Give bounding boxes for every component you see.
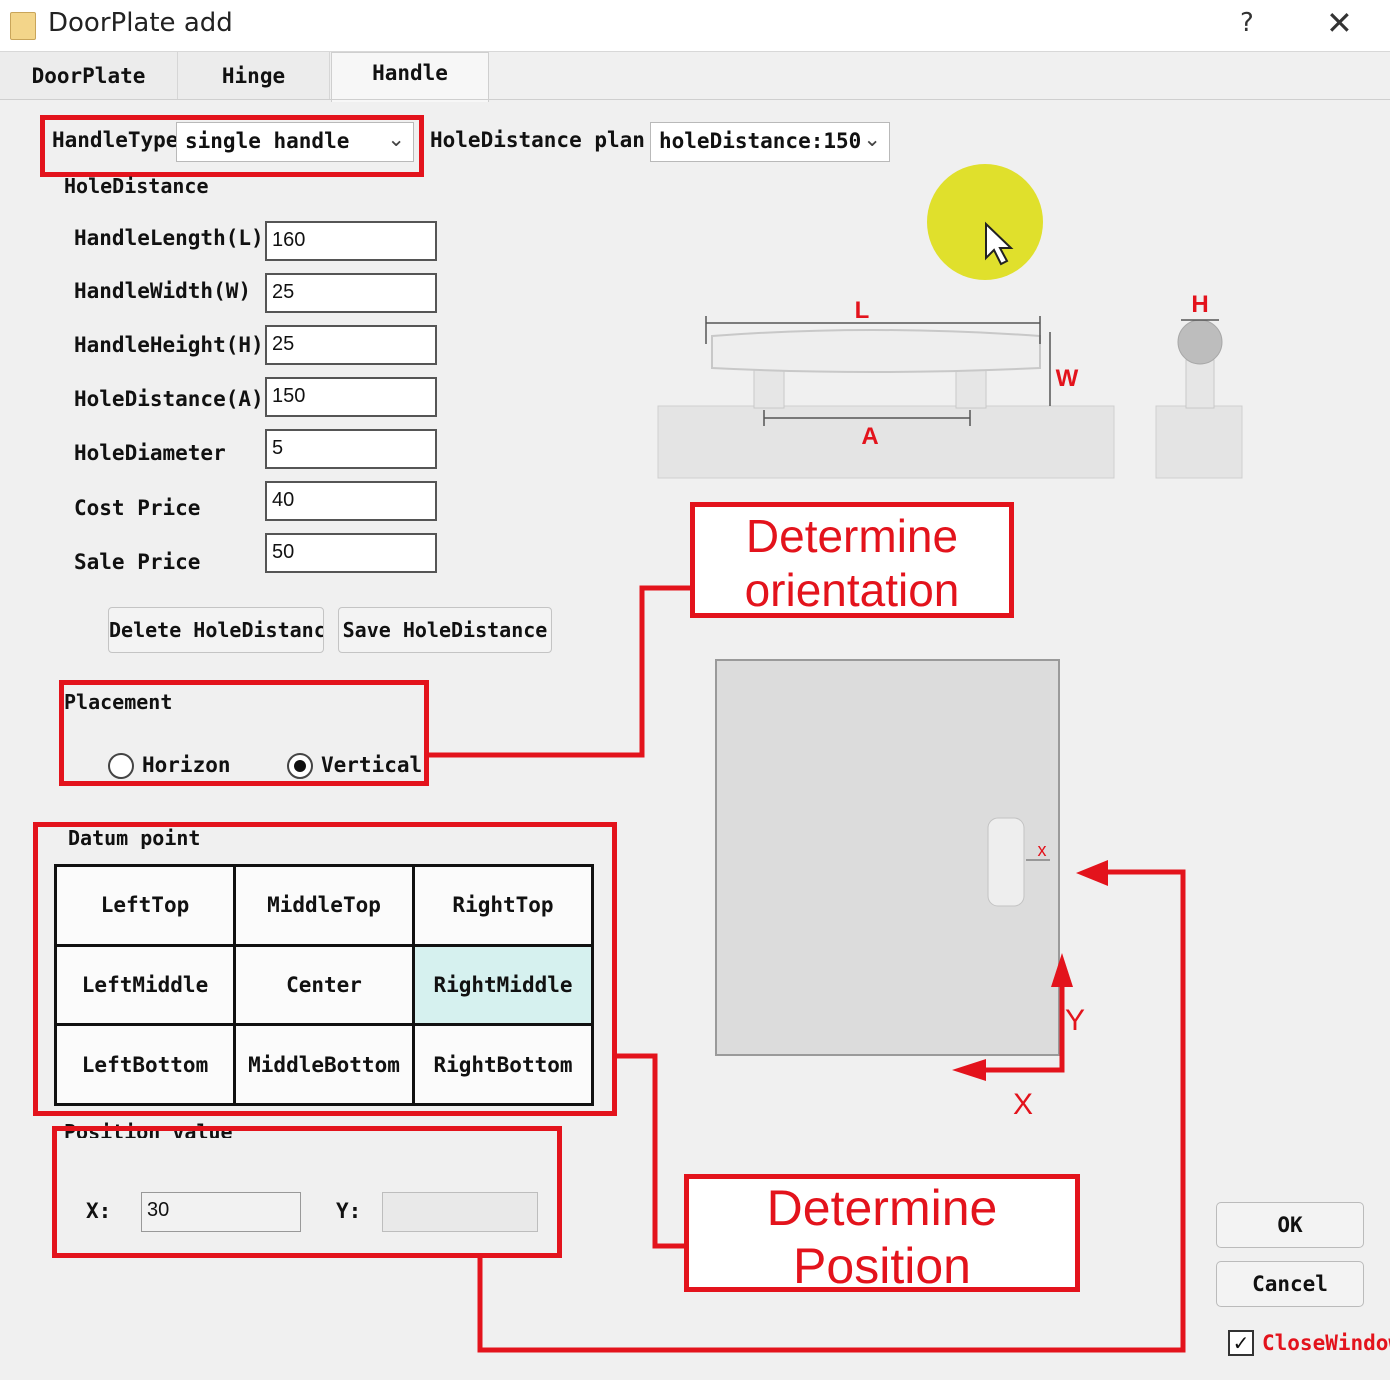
close-window-label: CloseWindow — [1262, 1331, 1390, 1355]
label-l: L — [855, 297, 870, 324]
annotation-position-line1: Determine — [766, 1180, 998, 1236]
connector-orientation — [429, 585, 690, 758]
ok-button[interactable]: OK — [1216, 1202, 1364, 1248]
label-a: A — [861, 423, 878, 450]
handle-bar — [711, 329, 1041, 373]
annotation-orientation-line1: Determine — [745, 510, 959, 562]
cancel-button[interactable]: Cancel — [1216, 1261, 1364, 1307]
connector-position — [617, 1053, 684, 1249]
label-h: H — [1191, 291, 1208, 318]
annotation-orientation-line2: orientation — [744, 564, 960, 616]
door-handle-preview — [987, 817, 1025, 907]
axis-x-arrow-icon — [952, 1059, 986, 1081]
close-window-checkbox[interactable]: ✓ — [1228, 1330, 1254, 1356]
diagram-overlay: L W A H x Y X — [429, 164, 1243, 1353]
door-surface — [657, 405, 1115, 479]
label-axis-y: Y — [1065, 1004, 1085, 1037]
annotation-orientation: Determine orientation — [690, 502, 1014, 618]
handle-end-circle — [1177, 319, 1223, 365]
annotation-position-line2: Position — [793, 1238, 971, 1294]
label-w: W — [1056, 365, 1079, 392]
door-surface-end — [1155, 405, 1243, 479]
handle-post-end — [1185, 359, 1215, 409]
annotation-position: Determine Position — [684, 1174, 1080, 1294]
label-x-small: x — [1038, 840, 1047, 860]
label-axis-x: X — [1013, 1088, 1033, 1121]
arrowhead-icon — [1076, 860, 1108, 886]
